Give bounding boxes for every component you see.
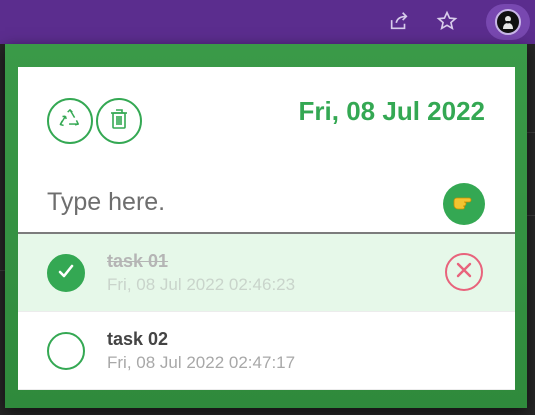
task-list: task 01 Fri, 08 Jul 2022 02:46:23 task 0… bbox=[18, 234, 515, 390]
popup-header: Fri, 08 Jul 2022 bbox=[18, 67, 515, 172]
task-row: task 02 Fri, 08 Jul 2022 02:47:17 bbox=[18, 312, 515, 390]
todo-popup: Fri, 08 Jul 2022 task 01 Fri, 08 Jul 202… bbox=[18, 67, 515, 390]
task-name: task 02 bbox=[107, 329, 169, 349]
extension-button[interactable] bbox=[486, 4, 530, 40]
share-icon[interactable] bbox=[386, 8, 412, 34]
task-row: task 01 Fri, 08 Jul 2022 02:46:23 bbox=[18, 234, 515, 312]
divider bbox=[527, 132, 535, 133]
pointing-hand-icon bbox=[452, 192, 476, 217]
divider bbox=[527, 215, 535, 216]
avatar-icon bbox=[495, 9, 521, 35]
clear-all-button[interactable] bbox=[96, 98, 142, 144]
task-name: task 01 bbox=[107, 251, 169, 271]
browser-toolbar bbox=[0, 0, 535, 44]
recycle-button[interactable] bbox=[47, 98, 93, 144]
checkmark-icon bbox=[57, 263, 75, 284]
task-timestamp: Fri, 08 Jul 2022 02:47:17 bbox=[107, 353, 296, 372]
bookmark-star-icon[interactable] bbox=[434, 8, 460, 34]
task-checkbox[interactable] bbox=[47, 332, 85, 370]
task-timestamp: Fri, 08 Jul 2022 02:46:23 bbox=[107, 275, 296, 294]
task-checkbox[interactable] bbox=[47, 254, 85, 292]
delete-task-button[interactable] bbox=[445, 253, 483, 291]
current-date: Fri, 08 Jul 2022 bbox=[298, 96, 485, 126]
recycle-icon bbox=[59, 108, 81, 135]
add-task-button[interactable] bbox=[443, 183, 485, 225]
close-icon bbox=[456, 262, 472, 283]
trash-icon bbox=[109, 108, 129, 135]
task-input-row bbox=[18, 172, 515, 234]
task-input[interactable] bbox=[47, 182, 427, 222]
